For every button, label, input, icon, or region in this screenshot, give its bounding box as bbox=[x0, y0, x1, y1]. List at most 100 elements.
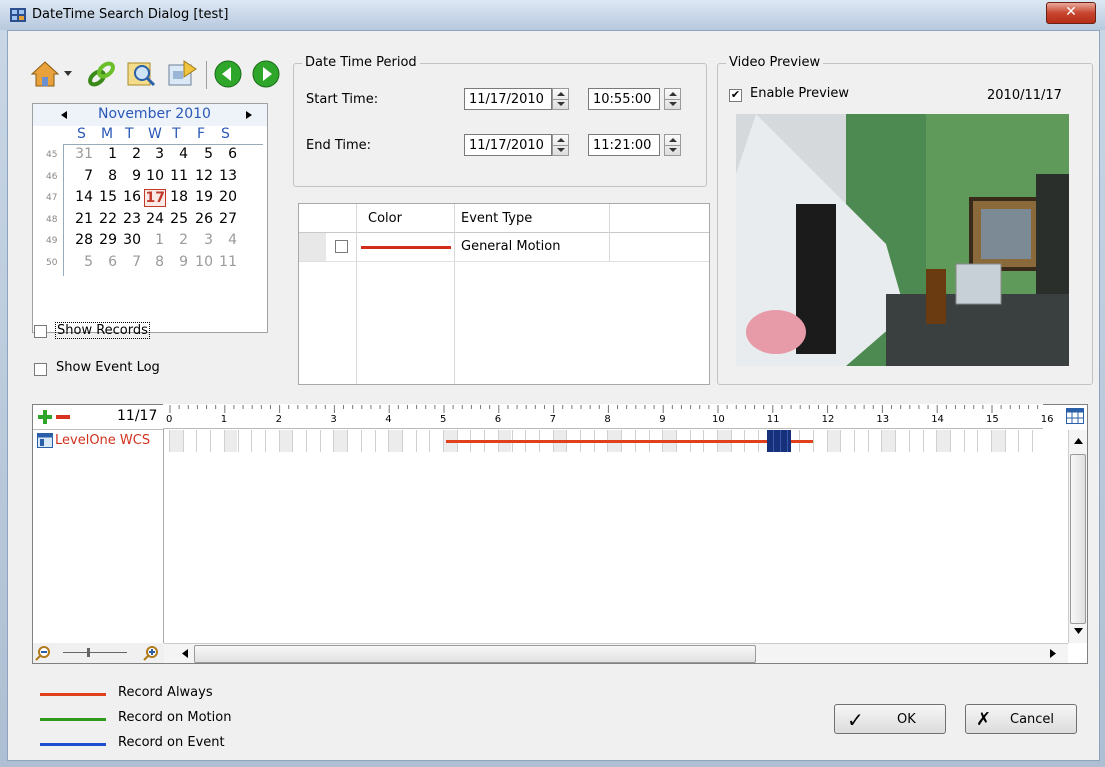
end-time-field[interactable]: 11:21:00 bbox=[588, 134, 660, 156]
event-row-checkbox[interactable] bbox=[335, 240, 348, 253]
vertical-scroll-thumb[interactable] bbox=[1070, 454, 1086, 624]
timeline-cell[interactable] bbox=[319, 430, 334, 452]
timeline-cell[interactable] bbox=[237, 430, 252, 452]
timeline-cell[interactable] bbox=[401, 430, 416, 452]
color-column-header[interactable]: Color bbox=[368, 211, 402, 226]
calendar-day[interactable]: 31 bbox=[73, 146, 93, 162]
vertical-scrollbar[interactable] bbox=[1068, 430, 1087, 643]
timeline-cell[interactable] bbox=[949, 430, 964, 452]
enable-preview-label[interactable]: Enable Preview bbox=[750, 86, 849, 101]
enable-preview-checkbox[interactable]: ✔ bbox=[729, 89, 742, 102]
calendar-day[interactable]: 14 bbox=[73, 189, 93, 205]
timeline-cell[interactable] bbox=[264, 430, 279, 452]
horizontal-scrollbar[interactable] bbox=[164, 643, 1068, 663]
calendar-day[interactable]: 9 bbox=[121, 168, 141, 184]
timeline-cell[interactable] bbox=[922, 430, 937, 452]
title-bar[interactable]: DateTime Search Dialog [test] ✕ bbox=[0, 0, 1105, 30]
start-date-field[interactable]: 11/17/2010 bbox=[464, 88, 552, 110]
calendar-day[interactable]: 15 bbox=[97, 189, 117, 205]
calendar-day[interactable]: 25 bbox=[168, 211, 188, 227]
calendar-day[interactable]: 4 bbox=[168, 146, 188, 162]
previous-icon[interactable] bbox=[214, 60, 242, 88]
timeline-cell[interactable] bbox=[347, 430, 361, 452]
calendar-day[interactable]: 20 bbox=[217, 189, 237, 205]
timeline-cell[interactable] bbox=[306, 430, 320, 452]
timeline-cell[interactable] bbox=[1032, 430, 1046, 452]
calendar-day[interactable]: 1 bbox=[144, 232, 164, 248]
close-button[interactable]: ✕ bbox=[1046, 2, 1096, 24]
timeline-cell[interactable] bbox=[278, 430, 293, 452]
show-records-checkbox[interactable] bbox=[34, 325, 47, 338]
timeline-cell[interactable] bbox=[840, 430, 854, 452]
timeline-cell[interactable] bbox=[388, 430, 402, 452]
show-event-log-checkbox[interactable] bbox=[34, 363, 47, 376]
calendar-day[interactable]: 7 bbox=[73, 168, 93, 184]
calendar-day[interactable]: 2 bbox=[168, 232, 188, 248]
calendar-day[interactable]: 10 bbox=[193, 254, 213, 270]
scroll-up-icon[interactable] bbox=[1074, 438, 1083, 444]
calendar-grid-icon[interactable] bbox=[1066, 408, 1084, 424]
timeline-cell[interactable] bbox=[881, 430, 896, 452]
calendar-day[interactable]: 5 bbox=[193, 146, 213, 162]
zoom-control[interactable] bbox=[33, 643, 183, 663]
calendar-day[interactable]: 4 bbox=[217, 232, 237, 248]
zoom-slider-thumb[interactable] bbox=[87, 648, 90, 657]
calendar-day[interactable]: 22 bbox=[97, 211, 117, 227]
calendar-day[interactable]: 30 bbox=[121, 232, 141, 248]
calendar-day[interactable]: 1 bbox=[97, 146, 117, 162]
timeline-cell[interactable] bbox=[895, 430, 909, 452]
record-always-bar[interactable] bbox=[445, 440, 813, 443]
calendar-day[interactable]: 21 bbox=[73, 211, 93, 227]
calendar-prev-month-icon[interactable] bbox=[61, 111, 67, 119]
month-calendar[interactable]: November 2010 SMTWTFS 45 46 47 48 49 50 31 1 2 3… bbox=[32, 103, 268, 333]
cancel-button[interactable]: ✗ Cancel bbox=[965, 704, 1077, 734]
timeline-cell[interactable] bbox=[292, 430, 306, 452]
event-type-column-header[interactable]: Event Type bbox=[461, 211, 532, 226]
timeline-cell[interactable] bbox=[429, 430, 443, 452]
timeline-cell[interactable] bbox=[1004, 430, 1019, 452]
dropdown-arrow-icon[interactable] bbox=[64, 71, 72, 77]
calendar-day[interactable]: 3 bbox=[144, 146, 164, 162]
calendar-day[interactable]: 7 bbox=[121, 254, 141, 270]
scroll-down-icon[interactable] bbox=[1074, 628, 1083, 634]
calendar-day[interactable]: 27 bbox=[217, 211, 237, 227]
timeline-cell[interactable] bbox=[854, 430, 868, 452]
calendar-day[interactable]: 23 bbox=[121, 211, 141, 227]
ok-button[interactable]: ✓ OK bbox=[834, 704, 946, 734]
end-time-spinner[interactable] bbox=[664, 134, 681, 156]
search-icon[interactable] bbox=[126, 59, 158, 89]
camera-row[interactable]: LevelOne WCS bbox=[33, 430, 163, 452]
timeline-cell[interactable] bbox=[826, 430, 841, 452]
calendar-day[interactable]: 3 bbox=[193, 232, 213, 248]
timeline-cell[interactable] bbox=[908, 430, 923, 452]
start-date-spinner[interactable] bbox=[552, 88, 569, 110]
calendar-day[interactable]: 10 bbox=[144, 168, 164, 184]
next-icon[interactable] bbox=[252, 60, 280, 88]
scroll-right-icon[interactable] bbox=[1050, 649, 1056, 658]
timeline-cell[interactable] bbox=[415, 430, 430, 452]
timeline-cell[interactable] bbox=[251, 430, 265, 452]
calendar-day[interactable]: 8 bbox=[144, 254, 164, 270]
scroll-left-icon[interactable] bbox=[182, 649, 188, 658]
timeline-cell[interactable] bbox=[936, 430, 950, 452]
remove-icon[interactable] bbox=[55, 409, 71, 425]
calendar-day[interactable]: 28 bbox=[73, 232, 93, 248]
timeline-cell[interactable] bbox=[196, 430, 211, 452]
calendar-day[interactable]: 2 bbox=[121, 146, 141, 162]
calendar-day[interactable]: 6 bbox=[217, 146, 237, 162]
calendar-day[interactable]: 8 bbox=[97, 168, 117, 184]
link-icon[interactable] bbox=[86, 59, 118, 89]
table-row[interactable]: General Motion bbox=[299, 233, 709, 262]
timeline-cell[interactable] bbox=[182, 430, 197, 452]
calendar-day[interactable]: 26 bbox=[193, 211, 213, 227]
calendar-next-month-icon[interactable] bbox=[246, 111, 252, 119]
calendar-day[interactable]: 9 bbox=[168, 254, 188, 270]
calendar-month-label[interactable]: November 2010 bbox=[98, 106, 211, 122]
timeline-cell[interactable] bbox=[977, 430, 991, 452]
timeline-cell[interactable] bbox=[812, 430, 827, 452]
timeline-cell[interactable] bbox=[963, 430, 978, 452]
timeline-cell[interactable] bbox=[333, 430, 348, 452]
home-icon[interactable] bbox=[30, 59, 60, 89]
timeline-cell[interactable] bbox=[867, 430, 882, 452]
selected-time-range[interactable] bbox=[767, 430, 791, 452]
